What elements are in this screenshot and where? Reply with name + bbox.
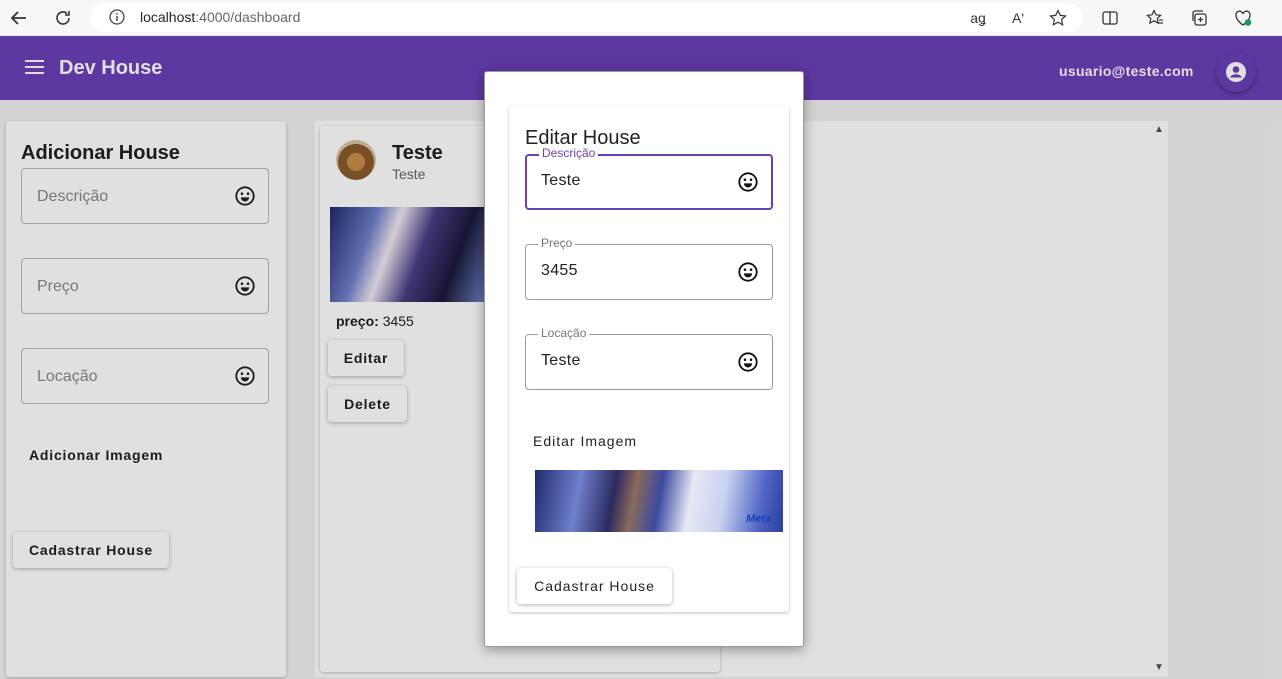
edit-location-input[interactable]: Locação Teste [525,326,773,390]
edit-description-label: Descrição [539,146,599,160]
edit-house-image-preview: Meta [535,470,783,532]
favorites-icon[interactable] [1144,7,1166,29]
emoji-icon[interactable] [737,261,759,283]
meta-logo: Meta [745,513,771,525]
collections-icon[interactable] [1188,7,1210,29]
emoji-icon[interactable] [737,171,759,193]
edit-price-label: Preço [538,236,576,250]
translate-icon[interactable]: aǥ [967,7,989,29]
edit-location-value: Teste [541,352,581,369]
read-aloud-icon[interactable]: Aʹ [1007,7,1029,29]
url-path: :4000/dashboard [195,9,301,25]
site-info-icon[interactable] [108,8,126,31]
back-icon[interactable] [7,6,31,30]
dialog-register-house-button[interactable]: Cadastrar House [517,568,672,604]
browser-toolbar: localhost:4000/dashboard aǥ Aʹ [0,0,1282,36]
url-text[interactable]: localhost:4000/dashboard [140,9,300,25]
edit-price-input[interactable]: Preço 3455 [525,236,773,300]
browser-essentials-icon[interactable] [1232,7,1254,29]
edit-image-button[interactable]: Editar Imagem [533,433,637,449]
edit-description-input[interactable]: Descrição Teste [525,146,773,210]
edit-location-label: Locação [538,326,590,340]
url-host: localhost [140,9,196,25]
favorite-star-icon[interactable] [1047,7,1069,29]
refresh-icon[interactable] [51,6,75,30]
edit-description-value: Teste [541,172,581,189]
emoji-icon[interactable] [737,351,759,373]
edit-price-value: 3455 [541,262,578,279]
split-screen-icon[interactable] [1099,7,1121,29]
